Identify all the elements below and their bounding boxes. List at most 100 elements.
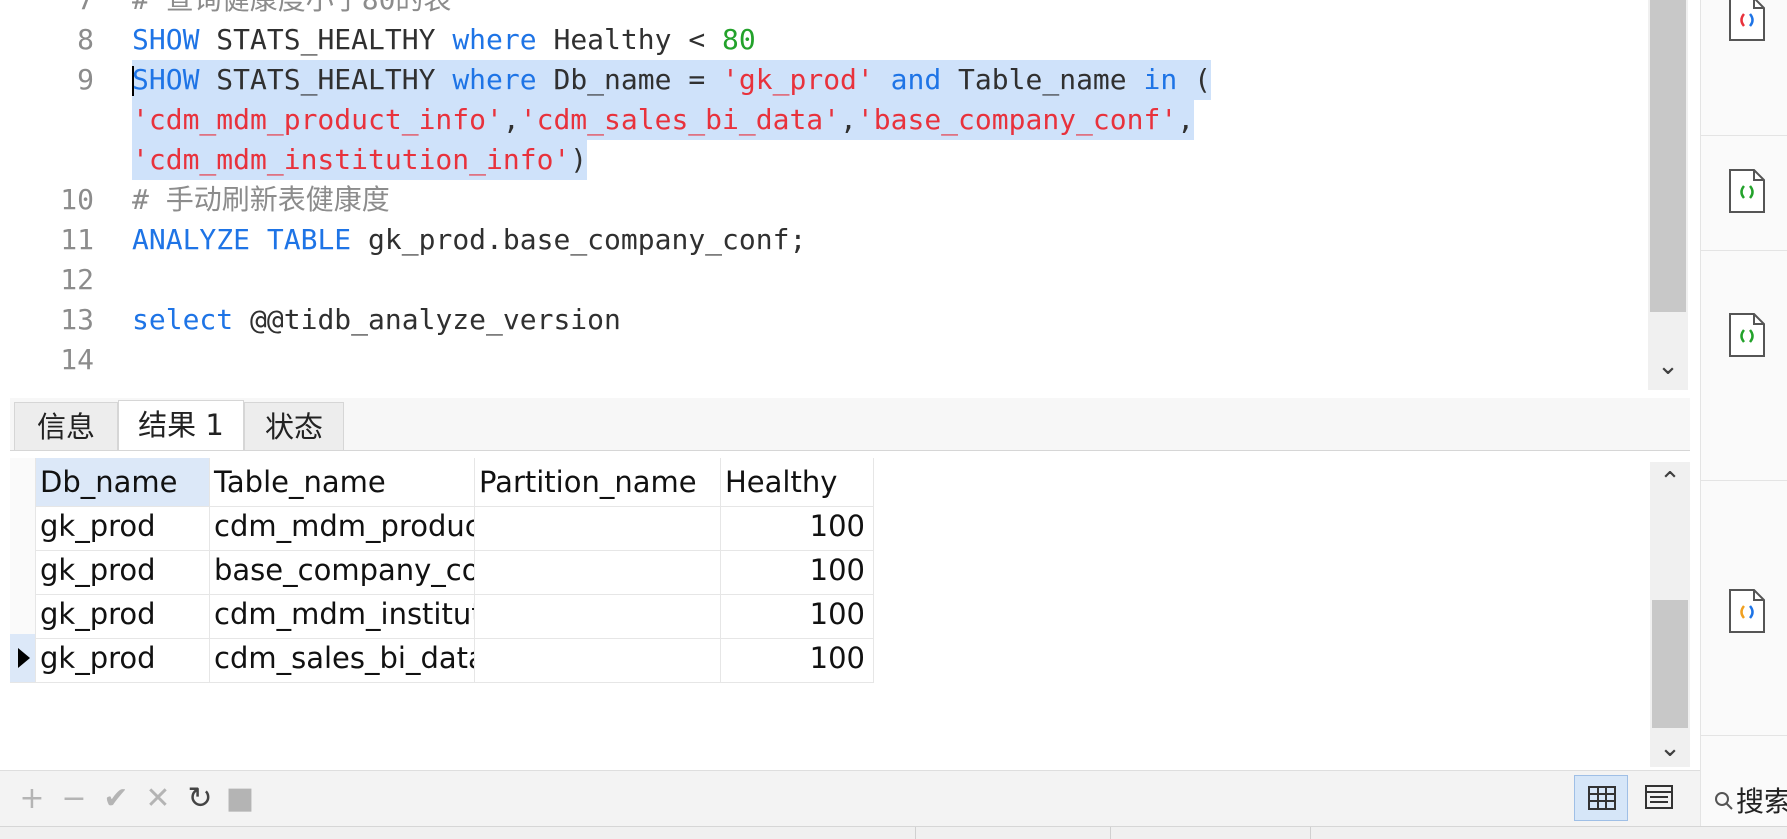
grid-view-icon [1588, 786, 1616, 810]
code-token: ( [1177, 63, 1211, 96]
table-cell[interactable]: cdm_sales_bi_data [210, 634, 475, 683]
code-file-icon[interactable] [1727, 168, 1767, 214]
apply-changes-button[interactable]: ✔ [100, 783, 132, 815]
editor-scrollbar[interactable]: ⌄ [1648, 0, 1688, 390]
form-view-button[interactable] [1632, 775, 1686, 821]
column-header[interactable]: Db_name [36, 458, 210, 507]
line-number: 8 [77, 23, 94, 56]
editor-scrollbar-thumb[interactable] [1650, 0, 1686, 312]
form-view-icon [1645, 785, 1673, 809]
code-token: 'cdm_mdm_product_info' [132, 103, 503, 136]
search-icon [1715, 792, 1733, 810]
search-label: 搜索 [1736, 785, 1787, 818]
table-cell[interactable]: cdm_mdm_institution_info [210, 590, 475, 639]
code-token: ANALYZE [132, 223, 251, 256]
code-file-icon[interactable] [1727, 0, 1767, 42]
line-number: 10 [60, 183, 94, 216]
code-text: select @@tidb_analyze_version [132, 300, 621, 340]
code-token: @@tidb_analyze_version [233, 303, 621, 336]
table-cell[interactable]: 100 [721, 590, 874, 639]
table-cell[interactable]: gk_prod [36, 546, 210, 595]
code-token: TABLE [266, 223, 352, 256]
code-token: select [132, 303, 234, 336]
code-token: , [502, 103, 520, 136]
line-number: 13 [60, 303, 94, 336]
code-token: SHOW [132, 63, 200, 96]
column-header[interactable]: Table_name [210, 458, 475, 507]
code-token: Healthy < [536, 23, 723, 56]
code-token: 'cdm_mdm_institution_info' [132, 143, 571, 176]
table-cell[interactable] [475, 502, 721, 551]
table-cell[interactable] [475, 546, 721, 595]
add-record-button[interactable]: + [16, 783, 48, 815]
grid-scrollbar-thumb[interactable] [1652, 600, 1688, 728]
right-panel [1700, 0, 1787, 838]
discard-changes-button[interactable]: ✕ [142, 783, 174, 815]
scroll-up-icon[interactable]: ⌃ [1650, 462, 1690, 502]
grid-scrollbar[interactable]: ⌃ ⌄ [1650, 462, 1690, 767]
table-cell[interactable]: base_company_conf [210, 546, 475, 595]
code-token: , [840, 103, 857, 136]
table-cell[interactable]: gk_prod [36, 590, 210, 639]
tab-info[interactable]: 信息 [14, 402, 118, 450]
search-box[interactable]: 搜索 [1712, 780, 1787, 824]
table-cell[interactable] [475, 590, 721, 639]
code-text: SHOW STATS_HEALTHY where Healthy < 80 [132, 20, 756, 60]
row-indicator[interactable] [10, 634, 36, 683]
code-file-icon[interactable] [1727, 312, 1767, 358]
tab-result-1[interactable]: 结果 1 [118, 400, 244, 450]
line-number: 12 [60, 263, 94, 296]
code-token: 'base_company_conf' [856, 103, 1178, 136]
code-token: where [452, 23, 537, 56]
table-cell[interactable]: 100 [721, 634, 874, 683]
code-text: ANALYZE TABLE gk_prod.base_company_conf; [132, 220, 806, 260]
code-file-icon[interactable] [1727, 588, 1767, 634]
code-token: STATS_HEALTHY [199, 63, 453, 96]
panel-divider [1701, 250, 1787, 251]
table-cell[interactable]: 100 [721, 502, 874, 551]
table-cell[interactable]: 100 [721, 546, 874, 595]
current-row-icon [18, 648, 30, 668]
code-token: SHOW [132, 23, 200, 56]
table-cell[interactable]: gk_prod [36, 634, 210, 683]
refresh-button[interactable]: ↻ [184, 783, 216, 815]
status-divider [1110, 827, 1111, 839]
row-indicator[interactable] [10, 590, 36, 639]
code-token: 'gk_prod' [722, 63, 874, 96]
code-token: 'cdm_sales_bi_data' [519, 103, 841, 136]
line-number: 14 [60, 343, 94, 376]
delete-record-button[interactable]: − [58, 783, 90, 815]
table-cell[interactable]: gk_prod [36, 502, 210, 551]
header-corner [10, 458, 36, 507]
code-text: # 查询健康度小于80的表 [132, 0, 451, 20]
table-cell[interactable] [475, 634, 721, 683]
code-token: STATS_HEALTHY [199, 23, 453, 56]
column-header[interactable]: Healthy [721, 458, 874, 507]
code-text: SHOW STATS_HEALTHY where Db_name = 'gk_p… [132, 60, 1211, 100]
result-grid: Db_name Table_name Partition_name Healthy gk… [10, 458, 1650, 767]
row-indicator[interactable] [10, 546, 36, 595]
code-token: Db_name = [536, 63, 723, 96]
code-text: # 手动刷新表健康度 [132, 180, 390, 220]
scroll-down-icon[interactable]: ⌄ [1648, 346, 1688, 386]
status-bar [0, 826, 1787, 839]
code-text: 'cdm_mdm_institution_info') [132, 140, 588, 180]
panel-divider [1701, 480, 1787, 481]
scroll-down-icon[interactable]: ⌄ [1650, 730, 1690, 766]
status-divider [915, 827, 916, 839]
line-number: 11 [60, 223, 94, 256]
panel-divider [1701, 735, 1787, 736]
line-number: 7 [0, 0, 94, 20]
row-indicator[interactable] [10, 502, 36, 551]
sql-editor[interactable]: 7 # 查询健康度小于80的表 8 SHOW STATS_HEALTHY where … [0, 0, 1690, 390]
status-divider [1310, 827, 1311, 839]
panel-divider [1701, 135, 1787, 136]
stop-button[interactable]: ■ [224, 783, 256, 815]
column-header[interactable]: Partition_name [475, 458, 721, 507]
table-cell[interactable]: cdm_mdm_product_info [210, 502, 475, 551]
grid-view-button[interactable] [1574, 775, 1628, 821]
tab-status[interactable]: 状态 [244, 402, 344, 450]
grid-toolbar: + − ✔ ✕ ↻ ■ [0, 770, 1700, 827]
result-tabs: 信息 结果 1 状态 [10, 398, 1690, 451]
